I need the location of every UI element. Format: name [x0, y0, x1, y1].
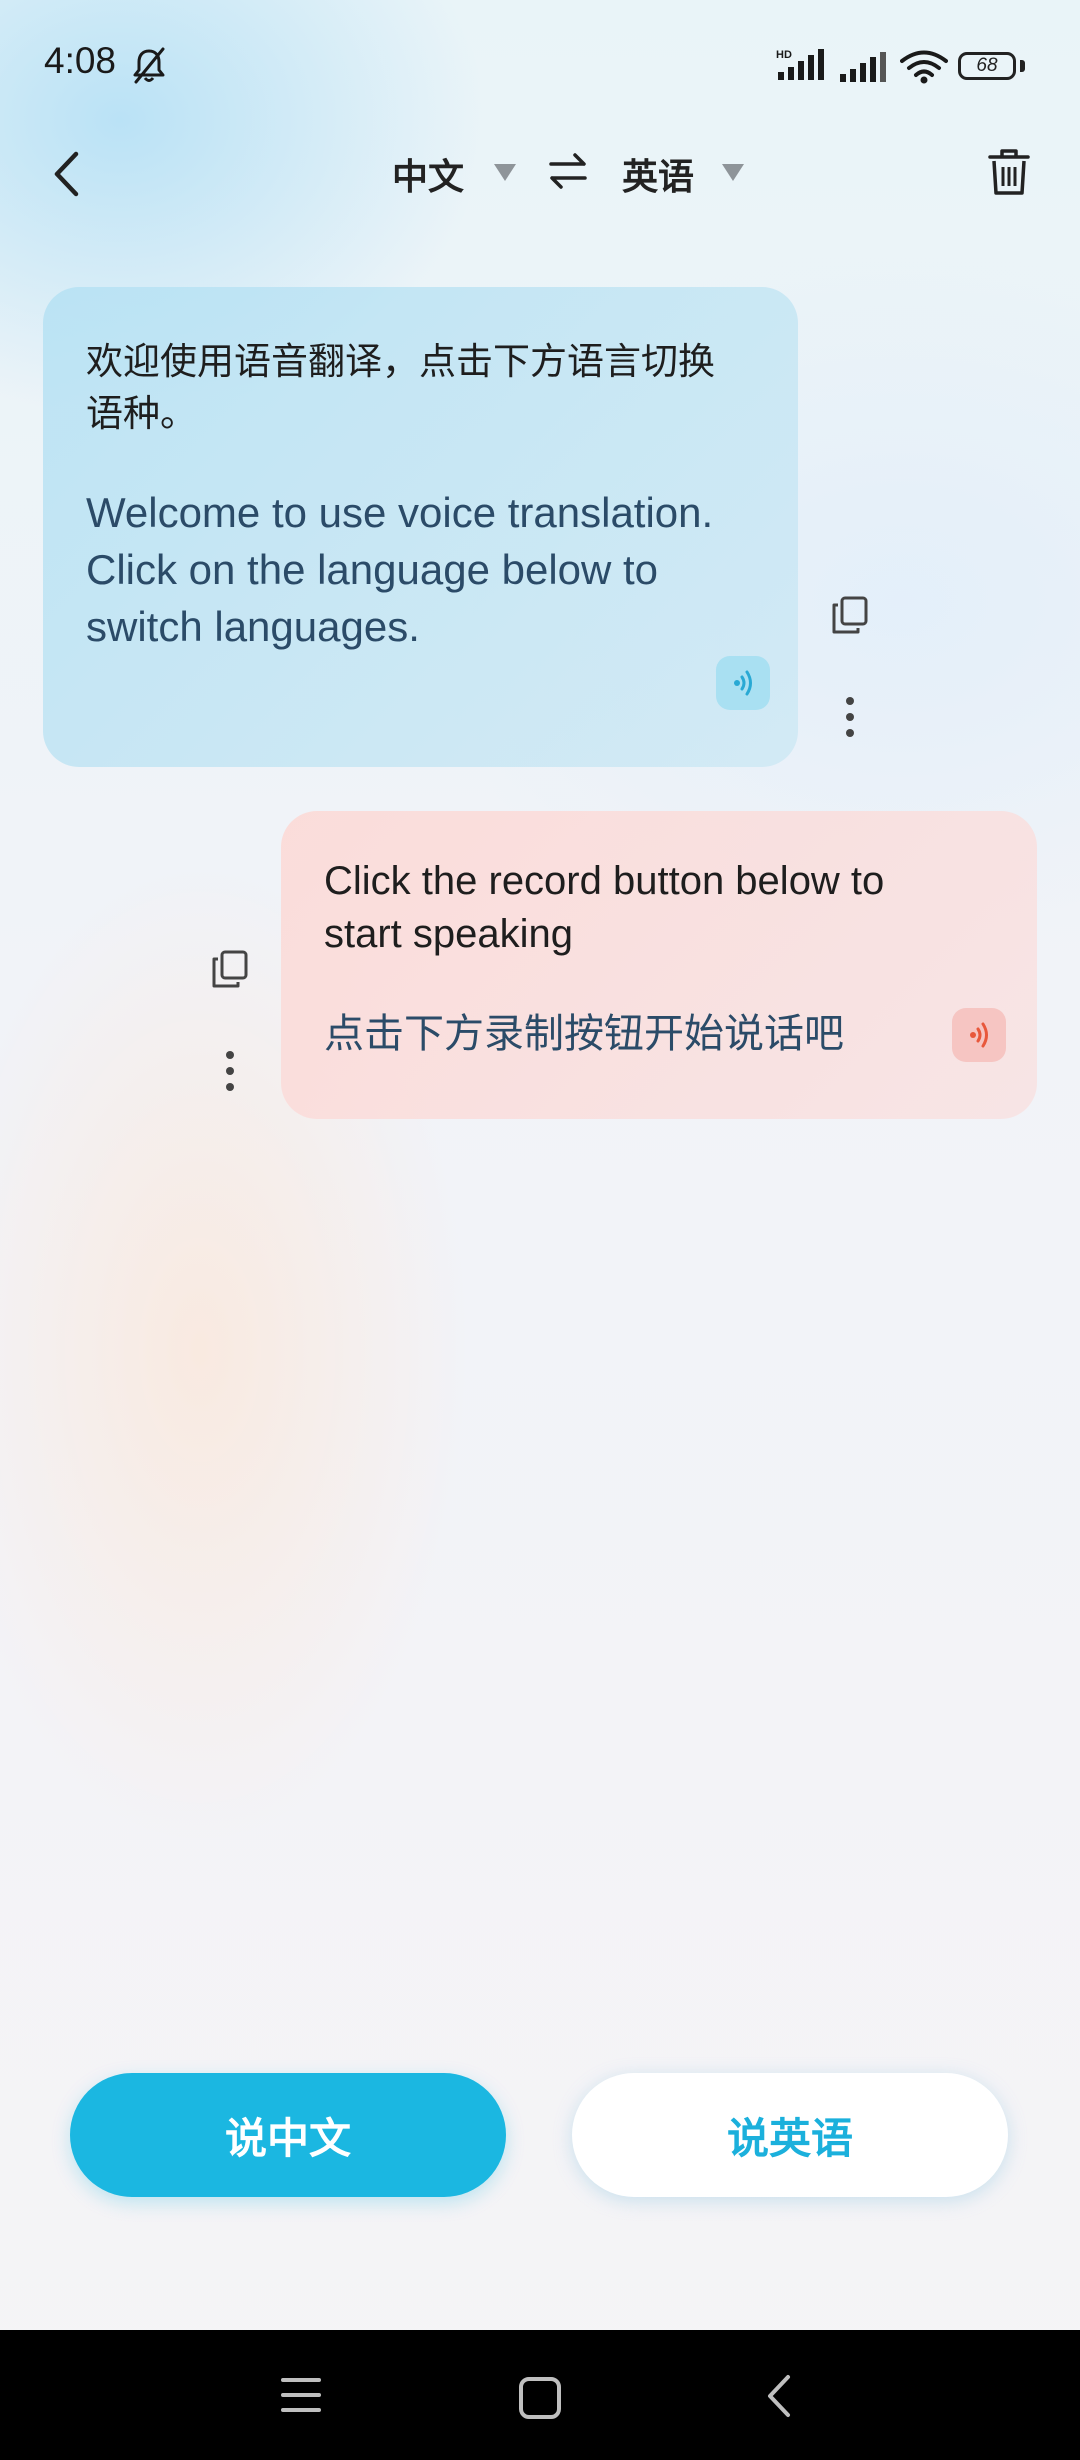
- network-badge: HD: [776, 49, 792, 61]
- chevron-left-icon: [54, 151, 79, 197]
- swap-arrows-icon: [549, 153, 587, 189]
- more-options-button[interactable]: [224, 1050, 236, 1092]
- copy-icon: [212, 950, 248, 988]
- speak-chinese-button[interactable]: 说中文: [70, 2073, 506, 2197]
- more-options-button[interactable]: [844, 696, 856, 738]
- status-time: 4:08: [44, 40, 117, 81]
- speaker-icon: [970, 1022, 988, 1048]
- copy-button[interactable]: [832, 596, 868, 634]
- wifi-icon: [900, 50, 948, 84]
- copy-icon: [832, 596, 868, 634]
- trash-icon: [988, 149, 1030, 195]
- message-original-text: 欢迎使用语音翻译，点击下方语言切换语种。: [86, 340, 715, 435]
- signal-icon: HD: [776, 48, 828, 84]
- more-vertical-icon: [226, 1051, 234, 1091]
- message-translation-text: Welcome to use voice translation. Click …: [86, 489, 714, 650]
- caret-down-icon[interactable]: [722, 164, 744, 181]
- source-language-selector[interactable]: 中文: [392, 148, 464, 200]
- battery-icon: 68: [958, 52, 1016, 80]
- message-original-text: Click the record button below to start s…: [324, 859, 885, 956]
- back-icon[interactable]: [764, 2374, 794, 2418]
- caret-down-icon[interactable]: [494, 164, 516, 181]
- menu-icon[interactable]: [280, 2375, 322, 2415]
- play-audio-button[interactable]: [952, 1008, 1006, 1062]
- play-audio-button[interactable]: [716, 656, 770, 710]
- swap-languages-button[interactable]: [548, 150, 588, 192]
- back-button[interactable]: [52, 150, 82, 198]
- more-vertical-icon: [846, 697, 854, 737]
- speak-english-button[interactable]: 说英语: [572, 2073, 1008, 2197]
- copy-button[interactable]: [212, 950, 248, 988]
- signal-icon: [838, 52, 888, 84]
- bell-off-icon: [132, 46, 166, 84]
- battery-tip: [1020, 60, 1025, 72]
- speaker-icon: [734, 670, 752, 696]
- message-translation-text: 点击下方录制按钮开始说话吧: [324, 1011, 844, 1057]
- home-icon[interactable]: [518, 2376, 562, 2420]
- delete-button[interactable]: [988, 148, 1030, 196]
- target-language-selector[interactable]: 英语: [622, 148, 694, 200]
